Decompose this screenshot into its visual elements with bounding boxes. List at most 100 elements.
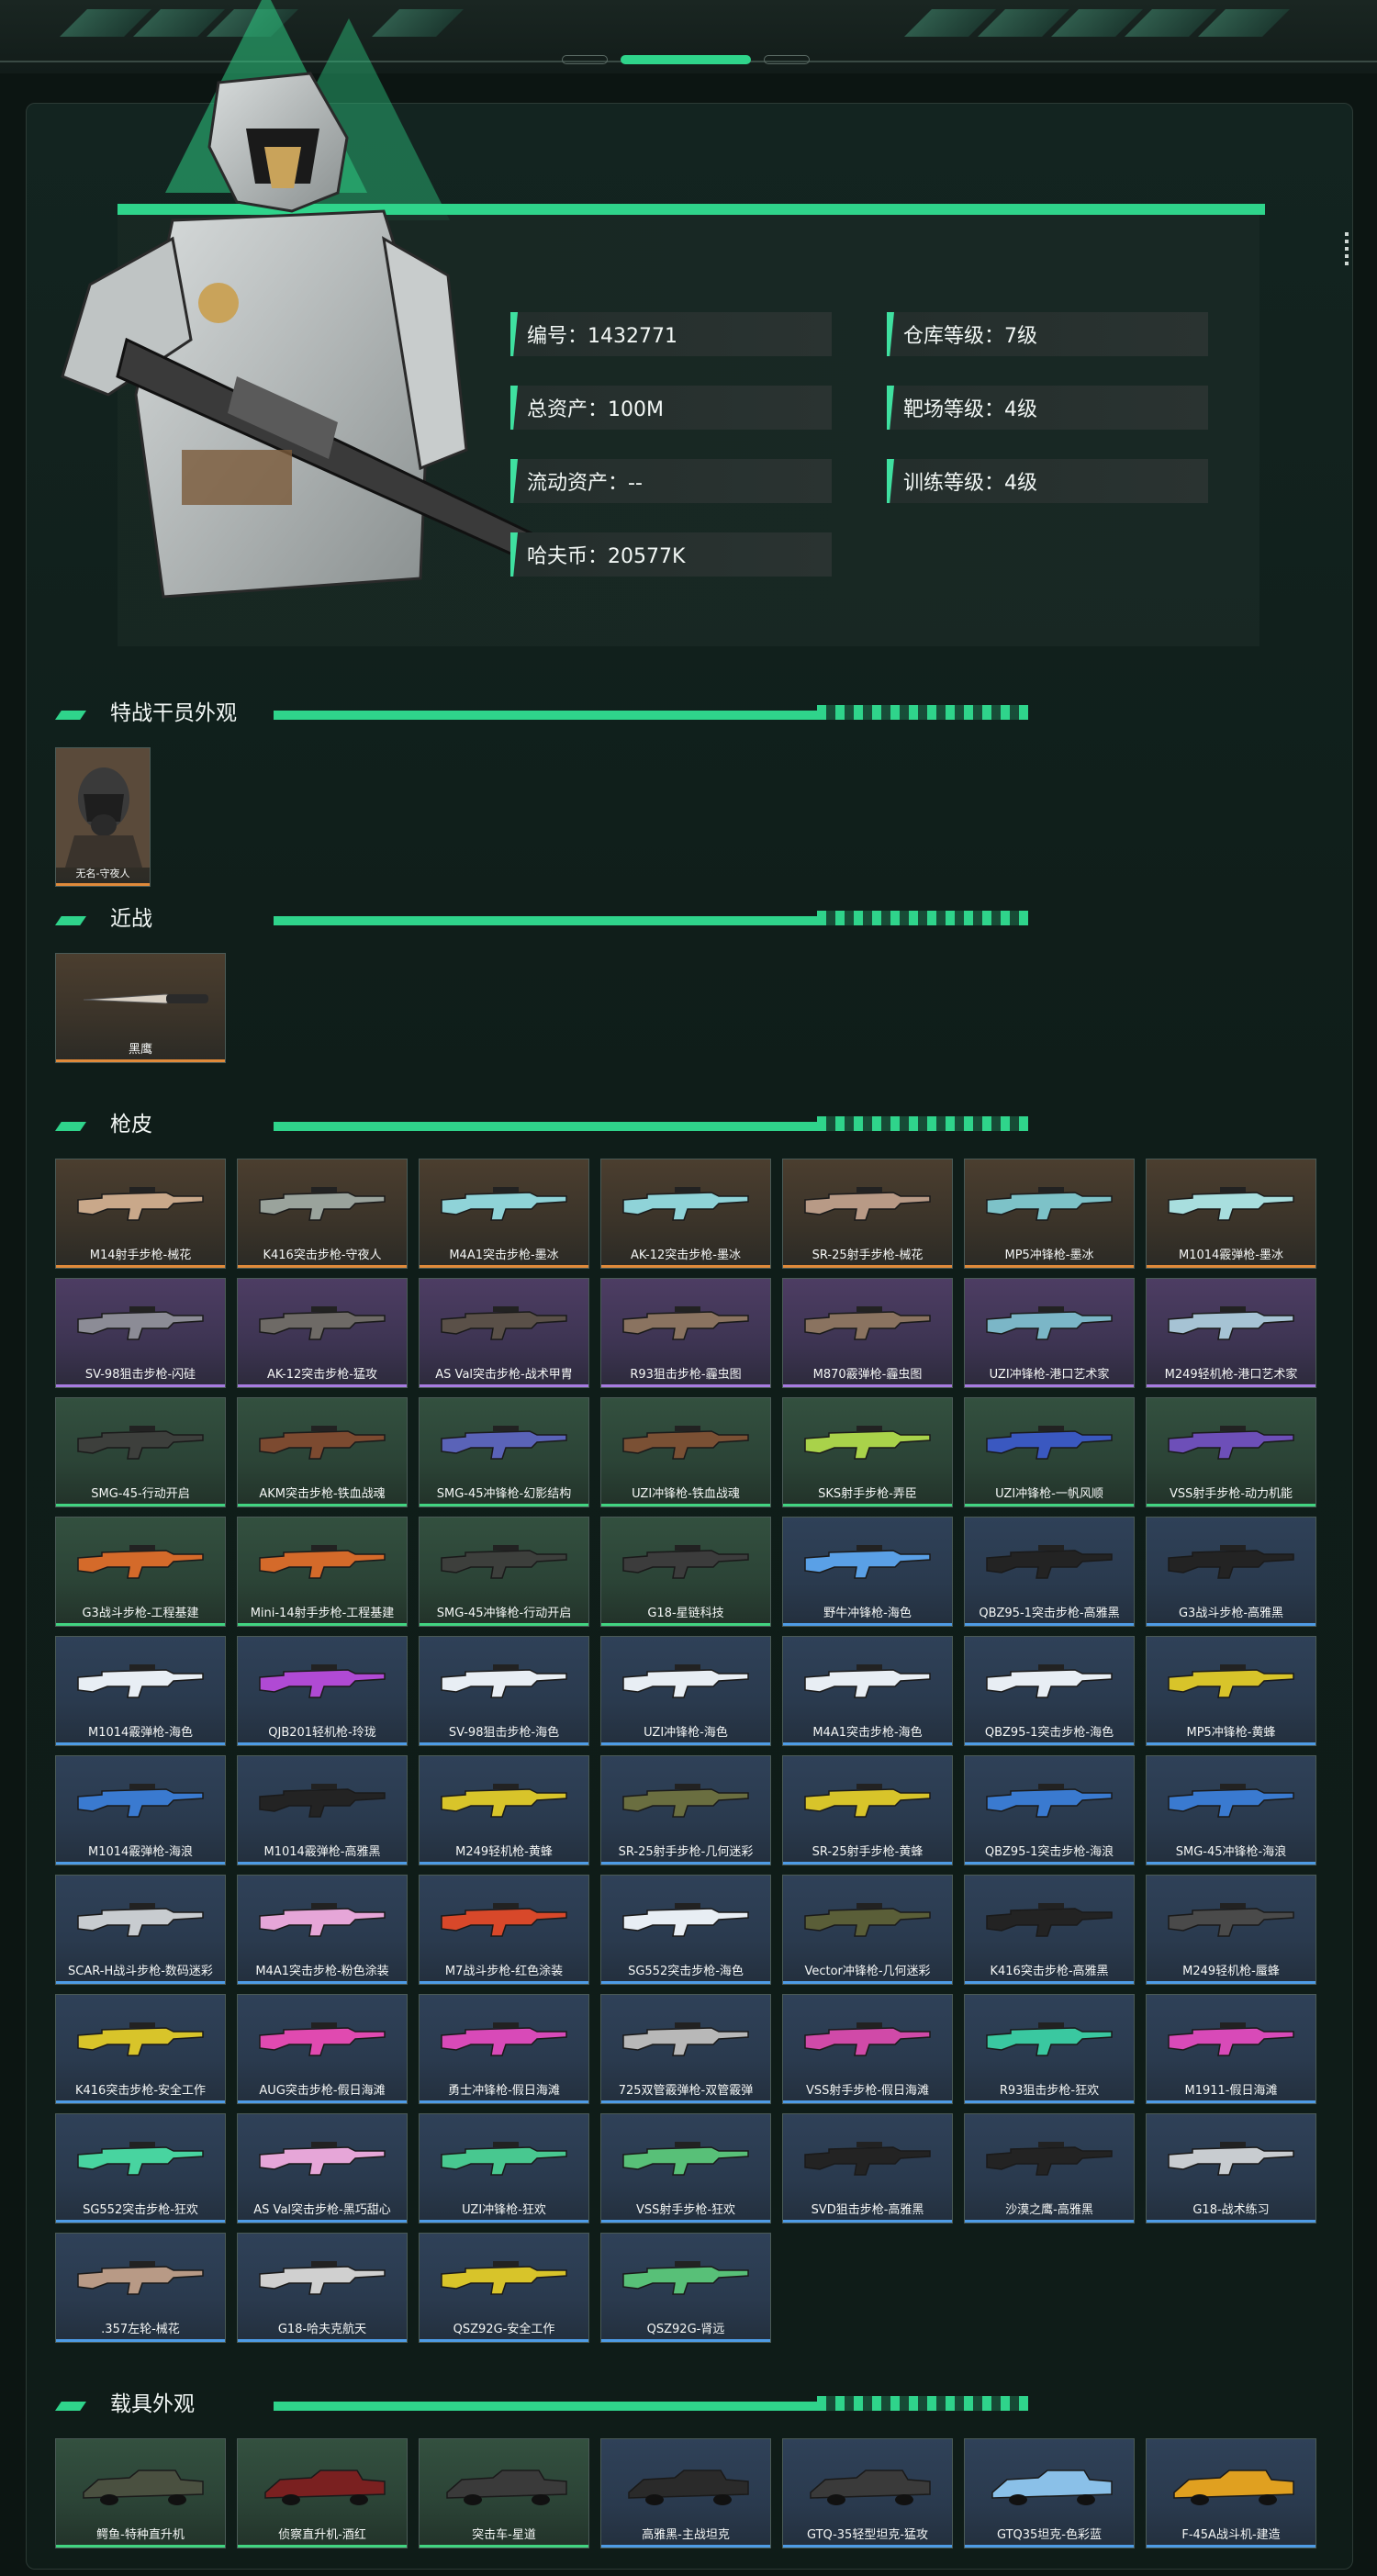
- skin-card-label: K416突击步枪-高雅黑: [990, 1965, 1109, 1978]
- skin-card[interactable]: M1014霰弹枪-海浪: [55, 1755, 226, 1865]
- skin-card[interactable]: SMG-45冲锋枪-海浪: [1146, 1755, 1316, 1865]
- skin-card[interactable]: K416突击步枪-高雅黑: [964, 1875, 1135, 1985]
- skin-card[interactable]: R93狙击步枪-霾虫图: [600, 1278, 771, 1388]
- weapon-skin-icon: [77, 1306, 204, 1340]
- skin-card[interactable]: SR-25射手步枪-几何迷彩: [600, 1755, 771, 1865]
- skin-card[interactable]: QBZ95-1突击步枪-海色: [964, 1636, 1135, 1746]
- stat-haf-coin: 哈夫币：20577K: [510, 532, 832, 577]
- skin-card[interactable]: VSS射手步枪-狂欢: [600, 2113, 771, 2223]
- skin-card[interactable]: Mini-14射手步枪-工程基建: [237, 1517, 408, 1627]
- skin-card[interactable]: UZI冲锋枪-一帆风顺: [964, 1397, 1135, 1507]
- skin-card[interactable]: 725双管霰弹枪-双管霰弹: [600, 1994, 771, 2104]
- skin-card[interactable]: SV-98狙击步枪-海色: [419, 1636, 589, 1746]
- skin-card[interactable]: QSZ92G-肾远: [600, 2233, 771, 2343]
- rarity-bar: [56, 1265, 225, 1268]
- rarity-bar: [783, 1384, 952, 1387]
- skin-card[interactable]: SG552突击步枪-狂欢: [55, 2113, 226, 2223]
- skin-card-label: K416突击步枪-守夜人: [263, 1249, 382, 1262]
- skin-card[interactable]: SV-98狙击步枪-闪硅: [55, 1278, 226, 1388]
- skin-card[interactable]: .357左轮-械花: [55, 2233, 226, 2343]
- section-checker: [817, 1116, 1028, 1131]
- vehicle-card[interactable]: 突击车-星道: [419, 2438, 589, 2548]
- operator-card[interactable]: 无名-守夜人: [55, 747, 151, 887]
- skin-card[interactable]: SR-25射手步枪-黄蜂: [782, 1755, 953, 1865]
- skin-card[interactable]: SR-25射手步枪-械花: [782, 1159, 953, 1269]
- melee-card[interactable]: 黑鹰: [55, 953, 226, 1063]
- weapon-skin-icon: [804, 1664, 931, 1698]
- rarity-bar: [965, 1504, 1134, 1506]
- skin-card[interactable]: M249轻机枪-黄蜂: [419, 1755, 589, 1865]
- skin-card[interactable]: M1014霰弹枪-墨冰: [1146, 1159, 1316, 1269]
- skin-card[interactable]: AS Val突击步枪-战术甲胄: [419, 1278, 589, 1388]
- skin-card[interactable]: M870霰弹枪-霾虫图: [782, 1278, 953, 1388]
- skin-card[interactable]: AK-12突击步枪-猛攻: [237, 1278, 408, 1388]
- skin-card[interactable]: QSZ92G-安全工作: [419, 2233, 589, 2343]
- rarity-bar: [238, 2100, 407, 2103]
- skin-card-label: M4A1突击步枪-墨冰: [449, 1249, 559, 1262]
- weapon-skin-icon: [1168, 1903, 1294, 1937]
- skin-card[interactable]: G3战斗步枪-工程基建: [55, 1517, 226, 1627]
- skin-card-label: SR-25射手步枪-几何迷彩: [618, 1845, 754, 1859]
- weapon-skin-icon: [804, 1545, 931, 1579]
- skin-card[interactable]: MP5冲锋枪-黄蜂: [1146, 1636, 1316, 1746]
- skin-card[interactable]: G18-星链科技: [600, 1517, 771, 1627]
- skin-card[interactable]: AK-12突击步枪-墨冰: [600, 1159, 771, 1269]
- skin-card[interactable]: 野牛冲锋枪-海色: [782, 1517, 953, 1627]
- skin-card[interactable]: AS Val突击步枪-黑巧甜心: [237, 2113, 408, 2223]
- skin-card[interactable]: M4A1突击步枪-海色: [782, 1636, 953, 1746]
- skin-card[interactable]: SMG-45冲锋枪-行动开启: [419, 1517, 589, 1627]
- skin-card[interactable]: M14射手步枪-械花: [55, 1159, 226, 1269]
- skin-card[interactable]: K416突击步枪-守夜人: [237, 1159, 408, 1269]
- skin-card[interactable]: UZI冲锋枪-铁血战魂: [600, 1397, 771, 1507]
- skin-card[interactable]: M249轻机枪-蜃蜂: [1146, 1875, 1316, 1985]
- skin-card-label: 勇士冲锋枪-假日海滩: [448, 2084, 560, 2098]
- skin-card[interactable]: SMG-45-行动开启: [55, 1397, 226, 1507]
- skin-card[interactable]: VSS射手步枪-动力机能: [1146, 1397, 1316, 1507]
- skin-card[interactable]: G18-战术练习: [1146, 2113, 1316, 2223]
- skin-card[interactable]: SMG-45冲锋枪-幻影结构: [419, 1397, 589, 1507]
- weapon-skin-icon: [804, 1426, 931, 1460]
- skin-card[interactable]: SCAR-H战斗步枪-数码迷彩: [55, 1875, 226, 1985]
- skin-card[interactable]: QJB201轻机枪-玲珑: [237, 1636, 408, 1746]
- rarity-bar: [783, 1742, 952, 1745]
- skin-card[interactable]: M249轻机枪-港口艺术家: [1146, 1278, 1316, 1388]
- skin-card[interactable]: QBZ95-1突击步枪-海浪: [964, 1755, 1135, 1865]
- skin-card[interactable]: K416突击步枪-安全工作: [55, 1994, 226, 2104]
- skin-card[interactable]: G18-哈夫克航天: [237, 2233, 408, 2343]
- skin-card[interactable]: UZI冲锋枪-港口艺术家: [964, 1278, 1135, 1388]
- skin-card-label: SG552突击步枪-海色: [628, 1965, 744, 1978]
- weapon-skin-icon: [986, 1545, 1113, 1579]
- skin-card[interactable]: VSS射手步枪-假日海滩: [782, 1994, 953, 2104]
- skin-card[interactable]: G3战斗步枪-高雅黑: [1146, 1517, 1316, 1627]
- skin-card[interactable]: M7战斗步枪-红色涂装: [419, 1875, 589, 1985]
- skin-card[interactable]: SG552突击步枪-海色: [600, 1875, 771, 1985]
- skin-card[interactable]: R93狙击步枪-狂欢: [964, 1994, 1135, 2104]
- skin-card[interactable]: M4A1突击步枪-粉色涂装: [237, 1875, 408, 1985]
- skin-card[interactable]: AUG突击步枪-假日海滩: [237, 1994, 408, 2104]
- skin-card[interactable]: SKS射手步枪-弄臣: [782, 1397, 953, 1507]
- skin-card-label: SG552突击步枪-狂欢: [83, 2203, 198, 2217]
- skin-card[interactable]: Vector冲锋枪-几何迷彩: [782, 1875, 953, 1985]
- skin-card[interactable]: QBZ95-1突击步枪-高雅黑: [964, 1517, 1135, 1627]
- skin-card[interactable]: M4A1突击步枪-墨冰: [419, 1159, 589, 1269]
- rarity-bar: [56, 2545, 225, 2548]
- vehicle-card[interactable]: 高雅黑-主战坦克: [600, 2438, 771, 2548]
- skin-card[interactable]: M1014霰弹枪-高雅黑: [237, 1755, 408, 1865]
- vehicle-card[interactable]: F-45A战斗机-建造: [1146, 2438, 1316, 2548]
- vehicle-card[interactable]: GTQ-35轻型坦克-猛攻: [782, 2438, 953, 2548]
- skin-card[interactable]: SVD狙击步枪-高雅黑: [782, 2113, 953, 2223]
- vehicle-card[interactable]: GTQ35坦克-色彩蓝: [964, 2438, 1135, 2548]
- skin-card[interactable]: M1014霰弹枪-海色: [55, 1636, 226, 1746]
- skin-card[interactable]: UZI冲锋枪-狂欢: [419, 2113, 589, 2223]
- vehicle-skin-icon: [810, 2470, 931, 2505]
- banner-pill-active: [621, 55, 751, 64]
- skin-card[interactable]: AKM突击步枪-铁血战魂: [237, 1397, 408, 1507]
- skin-card[interactable]: UZI冲锋枪-海色: [600, 1636, 771, 1746]
- vehicle-skin-icon: [264, 2470, 386, 2505]
- skin-card[interactable]: M1911-假日海滩: [1146, 1994, 1316, 2104]
- skin-card[interactable]: MP5冲锋枪-墨冰: [964, 1159, 1135, 1269]
- skin-card[interactable]: 沙漠之鹰-高雅黑: [964, 2113, 1135, 2223]
- skin-card[interactable]: 勇士冲锋枪-假日海滩: [419, 1994, 589, 2104]
- vehicle-card[interactable]: 鳄鱼-特种直升机: [55, 2438, 226, 2548]
- vehicle-card[interactable]: 侦察直升机-酒红: [237, 2438, 408, 2548]
